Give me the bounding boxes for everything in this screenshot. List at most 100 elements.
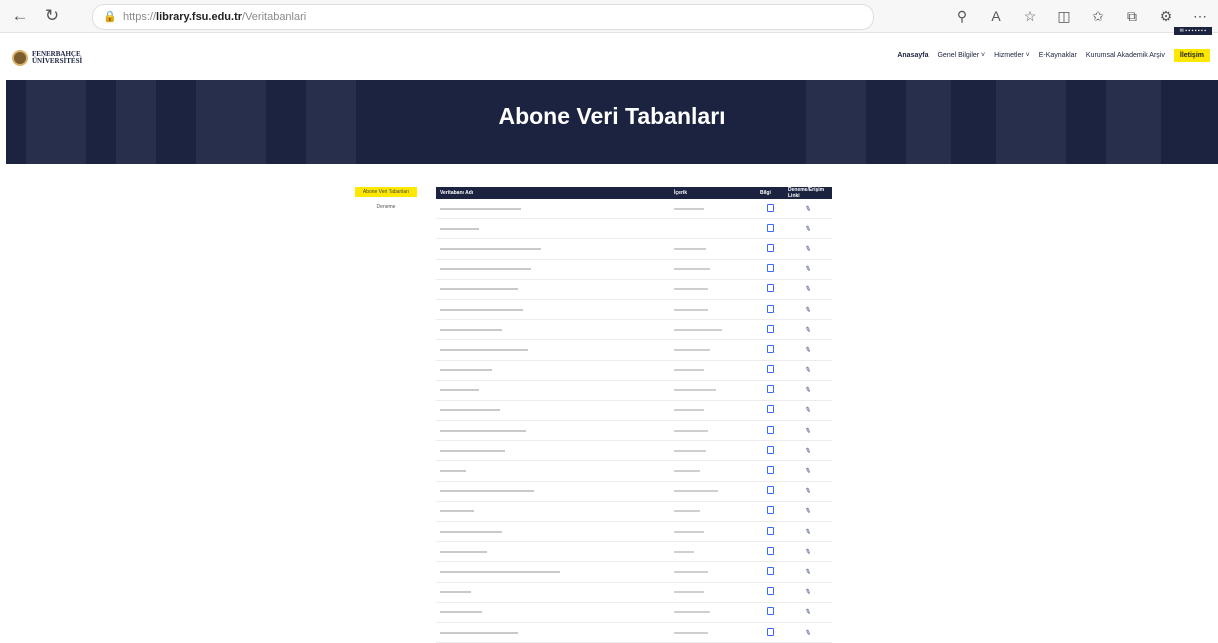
info-cell [756,400,784,422]
info-document-icon[interactable] [766,385,774,394]
nav-anasayfa[interactable]: Anasayfa [897,52,928,59]
access-link-icon[interactable]: ✎ [804,386,812,395]
collections-icon[interactable]: ⧉ [1122,4,1142,28]
info-document-icon[interactable] [766,526,774,535]
content-type-cell [670,279,756,300]
table-row: ✎ [436,360,832,381]
info-document-icon[interactable] [766,324,774,333]
database-name-placeholder [440,389,479,392]
nav-hizmetler[interactable]: Hizmetler ˅ [994,52,1030,59]
reload-icon[interactable]: ↻ [40,4,64,28]
info-document-icon[interactable] [766,546,774,555]
database-name-placeholder [440,570,560,573]
access-link-icon[interactable]: ✎ [804,567,812,577]
info-document-icon[interactable] [766,566,774,575]
more-icon[interactable]: ⋯ [1190,4,1210,28]
info-document-icon[interactable] [766,587,774,596]
table-row: ✎ [436,420,832,442]
info-document-icon[interactable] [766,607,774,616]
info-cell [756,319,784,341]
access-cell: ✎ [784,541,832,563]
content-type-cell [670,602,756,623]
info-document-icon[interactable] [766,445,774,454]
access-link-icon[interactable]: ✎ [804,224,812,234]
info-document-icon[interactable] [766,243,774,252]
info-document-icon[interactable] [766,405,774,414]
access-link-icon[interactable]: ✎ [804,527,812,537]
access-link-icon[interactable]: ✎ [804,426,812,436]
nav-e-kaynaklar[interactable]: E-Kaynaklar [1039,52,1077,59]
access-link-icon[interactable]: ✎ [804,204,812,214]
access-link-icon[interactable]: ✎ [804,365,812,375]
content-type-placeholder [674,247,706,250]
info-cell [756,521,784,543]
info-document-icon[interactable] [766,264,774,273]
info-cell [756,238,784,260]
split-screen-icon[interactable]: ◫ [1054,4,1074,28]
access-link-icon[interactable]: ✎ [804,466,812,476]
content-type-placeholder [674,570,708,573]
access-link-icon[interactable]: ✎ [804,305,812,315]
col-header-name: Veritabanı Adı [440,190,474,196]
access-link-icon[interactable]: ✎ [804,264,812,274]
main-nav: Anasayfa Genel Bilgiler ˅ Hizmetler ˅ E-… [897,49,1210,62]
university-logo[interactable]: FENERBAHÇE ÜNİVERSİTESİ [12,50,82,66]
hero-banner: Abone Veri Tabanları [6,80,1218,164]
contact-button[interactable]: İletişim [1173,49,1210,62]
read-aloud-icon[interactable]: A [986,4,1006,28]
database-name-cell [436,460,670,482]
zoom-icon[interactable]: ⚲ [952,4,972,28]
contact-info[interactable]: ✉ ▪ ▪ ▪ ▪ ▪ ▪ ▪ [1173,27,1212,35]
logo-line-2: ÜNİVERSİTESİ [32,57,83,65]
access-cell: ✎ [784,199,832,220]
favorite-icon[interactable]: ☆ [1020,4,1040,28]
database-name-placeholder [440,288,518,291]
info-document-icon[interactable] [766,466,774,475]
favorites-icon[interactable]: ✩ [1088,4,1108,28]
info-document-icon[interactable] [766,203,774,212]
info-document-icon[interactable] [766,304,774,313]
extensions-icon[interactable]: ⚙ [1156,4,1176,28]
content-type-cell [670,339,756,361]
access-link-icon[interactable]: ✎ [804,486,812,496]
access-link-icon[interactable]: ✎ [804,285,812,295]
nav-akademik-arsiv[interactable]: Kurumsal Akademik Arşiv [1086,52,1165,59]
access-link-icon[interactable]: ✎ [804,325,812,335]
access-link-icon[interactable]: ✎ [804,446,812,456]
info-cell [756,501,784,523]
database-name-cell [436,218,670,240]
sidebar-trial-link[interactable]: Deneme [355,204,417,210]
page-title: Abone Veri Tabanları [498,103,726,129]
access-link-icon[interactable]: ✎ [804,628,812,638]
nav-genel-bilgiler[interactable]: Genel Bilgiler ˅ [937,52,985,59]
info-document-icon[interactable] [766,486,774,495]
info-document-icon[interactable] [766,627,774,636]
access-link-icon[interactable]: ✎ [804,406,812,416]
access-link-icon[interactable]: ✎ [804,507,812,517]
access-link-icon[interactable]: ✎ [804,587,812,597]
access-cell: ✎ [784,259,832,280]
content-type-cell [670,501,756,523]
back-icon[interactable]: ← [8,4,32,28]
sidebar-subscribed-databases[interactable]: Abone Veri Tabanları [355,187,417,197]
info-document-icon[interactable] [766,365,774,374]
info-document-icon[interactable] [766,506,774,515]
content-type-cell [670,420,756,442]
access-link-icon[interactable]: ✎ [804,345,812,355]
database-name-cell [436,582,670,603]
info-document-icon[interactable] [766,425,774,434]
info-document-icon[interactable] [766,223,774,232]
table-row: ✎ [436,602,832,623]
access-link-icon[interactable]: ✎ [804,244,812,254]
access-cell: ✎ [784,238,832,260]
info-document-icon[interactable] [766,284,774,293]
database-name-cell [436,561,670,583]
info-document-icon[interactable] [766,344,774,353]
access-link-icon[interactable]: ✎ [804,547,812,557]
table-row: ✎ [436,259,832,280]
access-link-icon[interactable]: ✎ [804,608,812,618]
access-cell: ✎ [784,481,832,502]
database-name-placeholder [440,591,472,594]
table-row: ✎ [436,218,832,240]
table-row: ✎ [436,481,832,502]
